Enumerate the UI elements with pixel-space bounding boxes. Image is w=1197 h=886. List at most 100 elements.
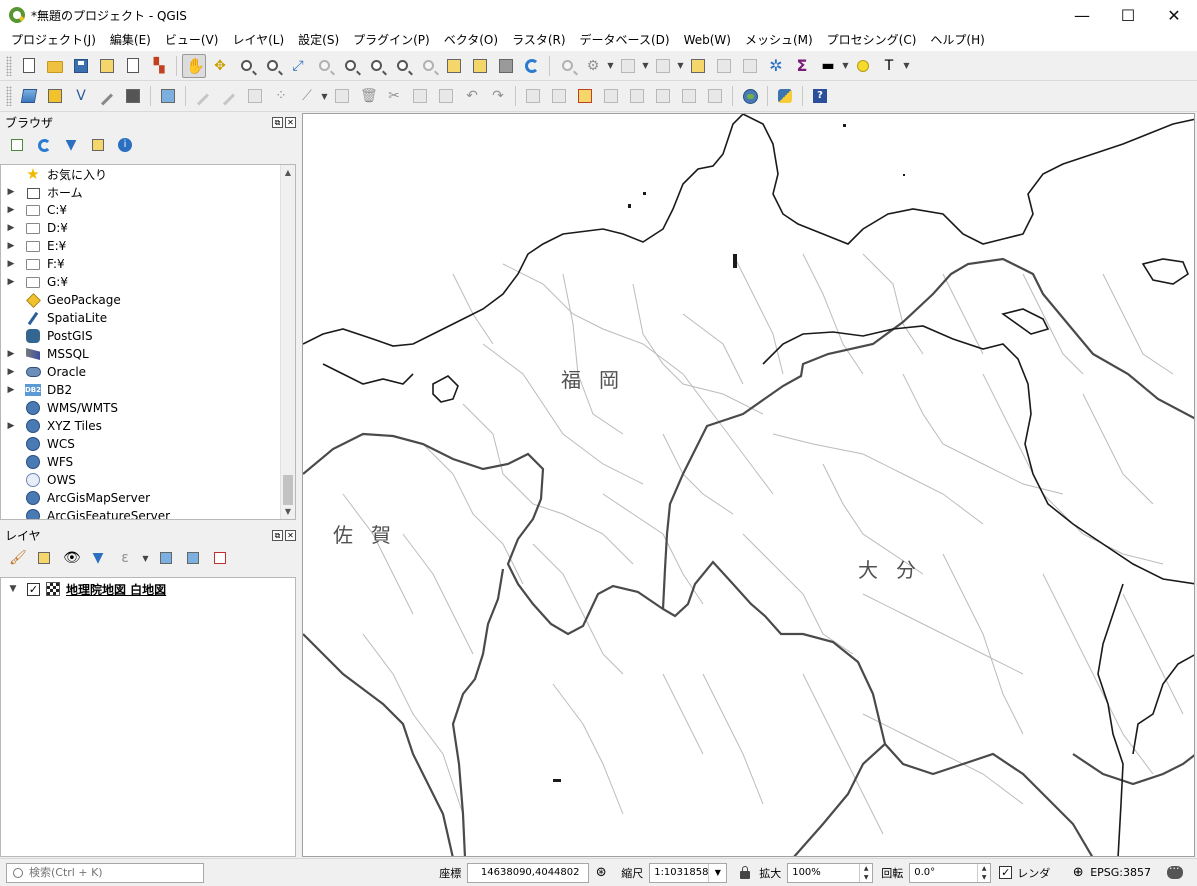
layout-manager-button[interactable] — [121, 54, 145, 78]
vertex-tool-dropdown[interactable]: ▼ — [320, 84, 329, 108]
rotation-spinbox[interactable]: 0.0° ▲ ▼ — [909, 862, 992, 883]
save-edits-button[interactable] — [243, 84, 267, 108]
run-action-dropdown[interactable]: ▼ — [606, 54, 615, 78]
select-features-button[interactable] — [616, 54, 640, 78]
collapse-all-button[interactable] — [183, 548, 203, 568]
browser-close-button[interactable]: ✕ — [285, 116, 296, 128]
tree-item-favorites[interactable]: ★ お気に入り — [1, 165, 295, 183]
browser-refresh-button[interactable] — [34, 135, 54, 155]
zoom-full-button[interactable]: ⤢ — [286, 54, 310, 78]
layers-close-button[interactable]: ✕ — [285, 529, 296, 541]
copy-features-button[interactable] — [408, 84, 432, 108]
annotation-dropdown[interactable]: ▼ — [902, 54, 911, 78]
tree-item-postgis[interactable]: PostGIS — [1, 327, 295, 345]
processing-toolbox-button[interactable]: ✲ — [764, 54, 788, 78]
label-pin-button[interactable] — [521, 84, 545, 108]
menu-processing[interactable]: プロセシング(C) — [820, 30, 924, 51]
menu-project[interactable]: プロジェクト(J) — [4, 30, 103, 51]
statistical-summary-button[interactable]: Σ — [790, 54, 814, 78]
select-value-dropdown[interactable]: ▼ — [676, 54, 685, 78]
crs-globe-icon[interactable]: ⊕ — [1070, 865, 1086, 881]
tree-item-mssql[interactable]: ▶ MSSQL — [1, 345, 295, 363]
open-project-button[interactable] — [43, 54, 67, 78]
digitize-button[interactable]: ⁘ — [269, 84, 293, 108]
scale-lock-icon[interactable] — [737, 865, 753, 881]
browser-tree[interactable]: ★ お気に入り ▶ ホーム ▶ C:¥ ▶ D:¥ ▶ E:¥ ▶ F:¥ ▶ G:¥ Geo… — [0, 164, 296, 520]
map-tips-button[interactable] — [851, 54, 875, 78]
new-geopackage-layer-button[interactable] — [43, 84, 67, 108]
zoom-out-button[interactable] — [260, 54, 284, 78]
add-spatialite-layer-button[interactable] — [95, 84, 119, 108]
cut-features-button[interactable]: ✂ — [382, 84, 406, 108]
tree-item-drive-g[interactable]: ▶ G:¥ — [1, 273, 295, 291]
select-by-value-button[interactable] — [651, 54, 675, 78]
scroll-thumb[interactable] — [283, 475, 293, 505]
layer-visibility-checkbox[interactable]: ✓ — [27, 582, 40, 596]
manage-visibility-button[interactable]: 👁 — [61, 548, 81, 568]
text-annotation-button[interactable]: T — [877, 54, 901, 78]
new-virtual-layer-button[interactable] — [156, 84, 180, 108]
new-3d-view-button[interactable] — [468, 54, 492, 78]
tree-item-spatialite[interactable]: SpatiaLite — [1, 309, 295, 327]
locator-search-input[interactable] — [29, 866, 189, 879]
help-contents-button[interactable]: ? — [808, 84, 832, 108]
style-manager-button[interactable]: ▚ — [147, 54, 171, 78]
undo-button[interactable]: ↶ — [460, 84, 484, 108]
expand-arrow-icon[interactable]: ▶ — [5, 421, 17, 431]
add-mesh-layer-button[interactable] — [121, 84, 145, 108]
zoom-native-button[interactable] — [364, 54, 388, 78]
layers-float-button[interactable]: ⧉ — [272, 529, 283, 541]
render-checkbox[interactable]: ✓ — [999, 866, 1013, 879]
chevron-down-icon[interactable]: ▼ — [708, 863, 726, 882]
tree-item-xyz-tiles[interactable]: ▶ XYZ Tiles — [1, 417, 295, 435]
filter-legend-button[interactable]: ▼ — [88, 548, 108, 568]
scroll-up-icon[interactable]: ▲ — [281, 165, 295, 180]
layer-row[interactable]: ▼ ✓ 地理院地図 白地図 — [1, 579, 295, 599]
menu-layer[interactable]: レイヤ(L) — [225, 30, 291, 51]
refresh-button[interactable] — [520, 54, 544, 78]
layer-styling-button[interactable]: 🖌 — [7, 548, 27, 568]
menu-database[interactable]: データベース(D) — [573, 30, 677, 51]
field-calculator-button[interactable] — [738, 54, 762, 78]
map-canvas[interactable]: 福岡 佐賀 大分 — [302, 113, 1195, 857]
browser-float-button[interactable]: ⧉ — [272, 116, 283, 128]
menu-raster[interactable]: ラスタ(R) — [505, 30, 572, 51]
scroll-down-icon[interactable]: ▼ — [281, 504, 295, 519]
browser-scrollbar[interactable]: ▲ ▼ — [280, 165, 295, 519]
new-print-layout-button[interactable] — [95, 54, 119, 78]
expand-arrow-icon[interactable]: ▶ — [5, 349, 17, 359]
tree-item-wms-wmts[interactable]: WMS/WMTS — [1, 399, 295, 417]
tree-item-oracle[interactable]: ▶ Oracle — [1, 363, 295, 381]
tree-item-drive-e[interactable]: ▶ E:¥ — [1, 237, 295, 255]
browser-collapse-button[interactable] — [88, 135, 108, 155]
crs-label[interactable]: EPSG:3857 — [1090, 866, 1151, 879]
expand-arrow-icon[interactable]: ▶ — [5, 187, 17, 197]
spin-arrows-icon[interactable]: ▲ ▼ — [977, 863, 990, 882]
scale-combobox[interactable]: 1:1031858 ▼ — [649, 862, 728, 883]
zoom-to-selection-button[interactable] — [312, 54, 336, 78]
remove-layer-button[interactable] — [210, 548, 230, 568]
maximize-button[interactable]: ☐ — [1105, 0, 1151, 30]
deselect-all-button[interactable] — [686, 54, 710, 78]
close-window-button[interactable]: ✕ — [1151, 0, 1197, 30]
label-rotate-button[interactable] — [651, 84, 675, 108]
save-project-button[interactable] — [69, 54, 93, 78]
zoom-in-button[interactable] — [234, 54, 258, 78]
zoom-next-button[interactable] — [416, 54, 440, 78]
browser-filter-button[interactable]: ▼ — [61, 135, 81, 155]
menu-help[interactable]: ヘルプ(H) — [923, 30, 991, 51]
tree-item-drive-f[interactable]: ▶ F:¥ — [1, 255, 295, 273]
tree-item-arcgis-map-server[interactable]: ArcGisMapServer — [1, 489, 295, 507]
redo-button[interactable]: ↷ — [486, 84, 510, 108]
menu-vector[interactable]: ベクタ(O) — [437, 30, 505, 51]
spin-arrows-icon[interactable]: ▲ ▼ — [859, 863, 872, 882]
pan-map-button[interactable]: ✋ — [182, 53, 206, 78]
toolbar-grip[interactable] — [6, 55, 12, 76]
vertex-tool-button[interactable]: ⟋ — [295, 84, 319, 108]
python-console-button[interactable] — [773, 84, 797, 108]
filter-expression-dropdown[interactable]: ▼ — [141, 546, 150, 570]
expand-arrow-icon[interactable]: ▶ — [5, 259, 17, 269]
current-edits-button[interactable] — [191, 84, 215, 108]
delete-selected-button[interactable]: 🗑 — [356, 84, 380, 108]
new-map-view-button[interactable] — [442, 54, 466, 78]
